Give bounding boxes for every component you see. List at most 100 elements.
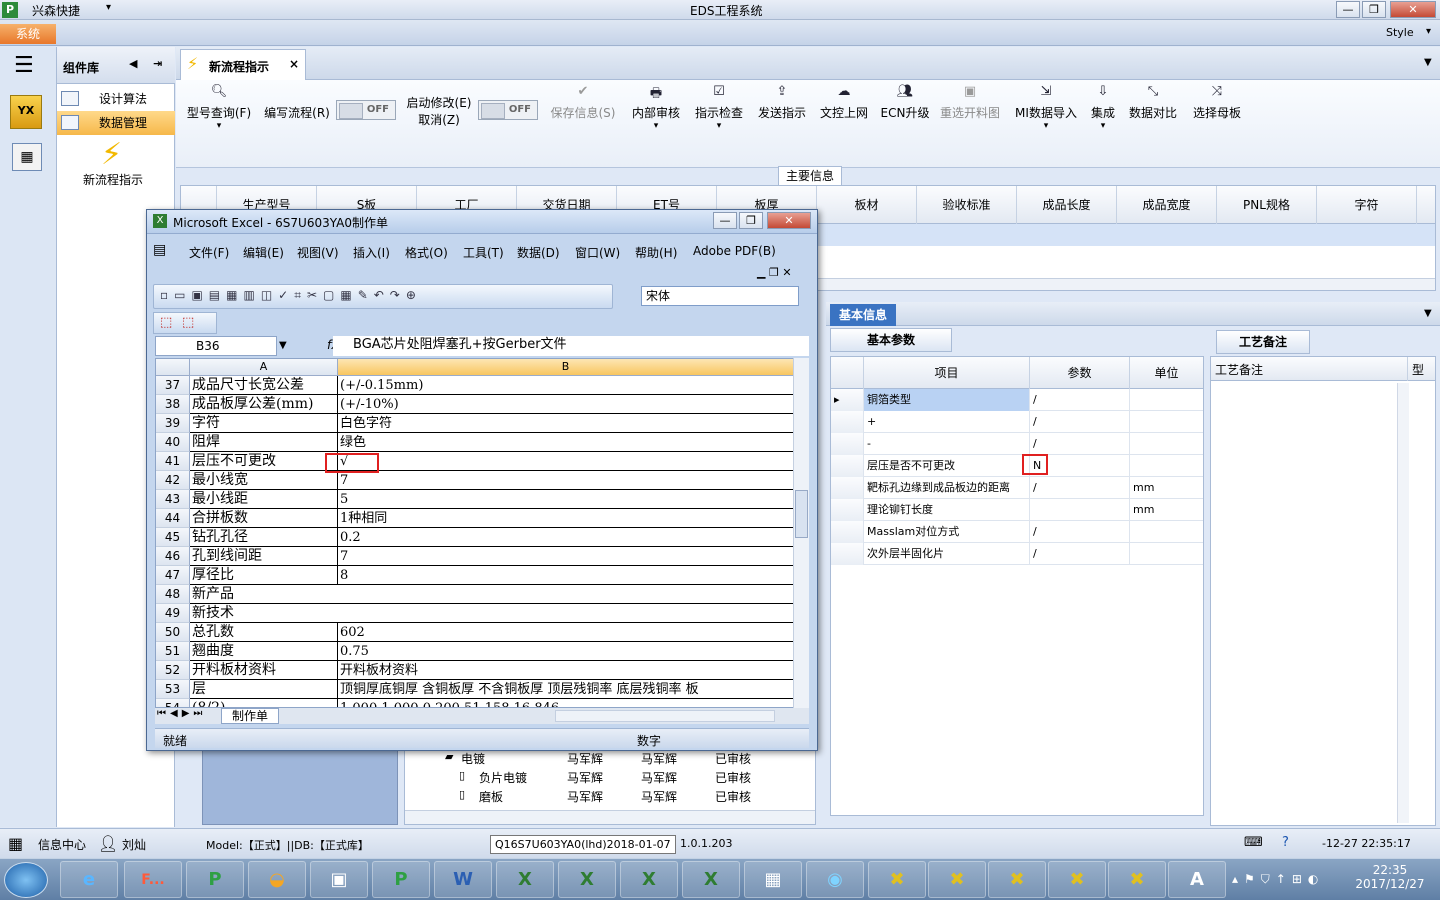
excel-minimize-button[interactable]: — (713, 212, 737, 229)
component-item-data-management[interactable]: 数据管理 (57, 111, 175, 135)
calculator-module-icon[interactable]: ▦ (12, 143, 42, 171)
cell-a[interactable]: 孔到线间距 (190, 547, 338, 566)
clock[interactable]: 22:35 2017/12/27 (1350, 863, 1430, 891)
row-indicator[interactable] (831, 477, 864, 499)
excel-taskbar-icon-2[interactable]: X (558, 861, 616, 898)
style-menu[interactable]: Style (1386, 26, 1414, 39)
cell-a[interactable]: 层 (190, 680, 338, 699)
param-value[interactable]: / (1030, 521, 1130, 543)
row-indicator[interactable] (831, 411, 864, 433)
row-number[interactable]: 38 (156, 395, 190, 414)
basic-info-tab[interactable]: 基本信息 (830, 304, 896, 326)
system-tray-icons[interactable]: ▴⚑⛉↑⊞◐ (1232, 872, 1324, 887)
shell-taskbar-icon[interactable]: ◒ (248, 861, 306, 898)
cell-a[interactable]: 最小线宽 (190, 471, 338, 490)
workbook-window-controls[interactable]: ▁ ❐ ✕ (757, 266, 792, 279)
cell-a[interactable]: 层压不可更改 (190, 452, 338, 471)
row-number[interactable]: 45 (156, 528, 190, 547)
sheet-nav-arrows[interactable]: ⏮◀▶⏭ (157, 708, 206, 719)
select-mother-board-button[interactable]: ⤨ 选择母板 (1190, 80, 1244, 130)
column-header[interactable]: 成品长度 (1017, 186, 1117, 224)
column-header[interactable]: 字符 (1317, 186, 1417, 224)
row-indicator[interactable] (831, 455, 864, 477)
row-number[interactable]: 44 (156, 509, 190, 528)
internal-review-button[interactable]: 🖶 内部审核 ▾ (630, 80, 682, 131)
menu-edit[interactable]: 编辑(E) (243, 244, 284, 261)
tab-list-dropdown-icon[interactable]: ▼ (1424, 57, 1432, 68)
start-modify-button[interactable]: 启动修改(E) 取消(Z) (404, 80, 474, 130)
scrollbar-thumb[interactable] (795, 490, 808, 538)
minimize-button[interactable]: — (1336, 1, 1360, 18)
doc-taskbar-icon-3[interactable]: ✖ (988, 861, 1046, 898)
new-flow-label[interactable]: 新流程指示 (83, 171, 143, 188)
cell-b[interactable]: 5 (338, 490, 794, 509)
vertical-scrollbar[interactable] (1397, 383, 1409, 823)
doc-taskbar-icon-2[interactable]: ✖ (928, 861, 986, 898)
row-indicator[interactable] (831, 543, 864, 565)
upload-network-button[interactable]: ☁ 文控上网 (818, 80, 870, 130)
menu-file[interactable]: 文件(F) (189, 244, 229, 261)
cell-b[interactable]: 7 (338, 547, 794, 566)
model-query-button[interactable]: 🔍︎ 型号查询(F) ▾ (184, 80, 254, 131)
hamburger-menu-icon[interactable]: ☰ (14, 55, 34, 77)
row-indicator[interactable] (831, 499, 864, 521)
row-number[interactable]: 41 (156, 452, 190, 471)
cell-a[interactable]: 开料板材资料 (190, 661, 338, 680)
cell-b[interactable]: 8 (338, 566, 794, 585)
column-header-param[interactable]: 参数 (1030, 357, 1130, 389)
send-instruction-button[interactable]: ⇪ 发送指示 (756, 80, 808, 130)
panel-dropdown-icon[interactable]: ▼ (1424, 308, 1432, 319)
sheet-tab-production[interactable]: 制作单 (221, 708, 280, 724)
cell-a[interactable]: 成品板厚公差(mm) (190, 395, 338, 414)
cell-a[interactable]: 字符 (190, 414, 338, 433)
param-row[interactable]: 次外层半固化片 / (831, 543, 1203, 565)
column-header[interactable]: 验收标准 (917, 186, 1017, 224)
excel-taskbar-icon-4[interactable]: X (682, 861, 740, 898)
excel-taskbar-icon-3[interactable]: X (620, 861, 678, 898)
ie-taskbar-icon[interactable]: e (60, 861, 118, 898)
menu-data[interactable]: 数据(D) (517, 244, 560, 261)
cell-b[interactable]: √ (338, 452, 794, 471)
cell-a[interactable]: 合拼板数 (190, 509, 338, 528)
param-row[interactable]: + / (831, 411, 1203, 433)
cell-a[interactable]: 厚径比 (190, 566, 338, 585)
row-number[interactable]: 52 (156, 661, 190, 680)
write-flow-toggle[interactable]: OFF (336, 100, 396, 120)
save-info-button[interactable]: ✔ 保存信息(S) (550, 80, 616, 130)
param-value[interactable]: / (1030, 433, 1130, 455)
app-taskbar-button[interactable]: F... (124, 861, 182, 898)
cell-b[interactable]: 1种相同 (338, 509, 794, 528)
name-box[interactable]: B36 (155, 336, 277, 356)
column-header[interactable]: PNL规格 (1217, 186, 1317, 224)
row-number[interactable]: 42 (156, 471, 190, 490)
param-row[interactable]: Masslam对位方式 / (831, 521, 1203, 543)
floppy-taskbar-icon[interactable]: ▣ (310, 861, 368, 898)
cell-a[interactable]: 新产品 (190, 585, 794, 604)
formula-bar[interactable]: BGA芯片处阻焊塞孔+按Gerber文件 (333, 336, 809, 356)
tree-row[interactable]: ▯ 负片电镀 马军辉 马军辉 已审核 (405, 767, 815, 786)
column-header-b[interactable]: B (338, 359, 794, 376)
menu-view[interactable]: 视图(V) (297, 244, 339, 261)
row-number[interactable]: 46 (156, 547, 190, 566)
param-row[interactable]: ▸ 铜箔类型 / (831, 389, 1203, 411)
param-value[interactable]: / (1030, 477, 1130, 499)
param-value[interactable]: / (1030, 411, 1130, 433)
keyboard-icon[interactable]: ⌨ (1244, 835, 1263, 850)
tree-row[interactable]: ▯ 磨板 马军辉 马军辉 已审核 (405, 786, 815, 805)
row-indicator[interactable] (831, 433, 864, 455)
calculator-taskbar-icon[interactable]: ▦ (744, 861, 802, 898)
row-number[interactable]: 50 (156, 623, 190, 642)
param-value[interactable] (1030, 499, 1130, 521)
doc-taskbar-icon[interactable]: ✖ (868, 861, 926, 898)
cell-a[interactable]: (8/2) (190, 699, 338, 707)
system-tab[interactable]: 系统 (0, 24, 56, 44)
doc-taskbar-icon-5[interactable]: ✖ (1108, 861, 1166, 898)
font-name-select[interactable]: 宋体 (641, 286, 799, 306)
cell-a[interactable]: 翘曲度 (190, 642, 338, 661)
maximize-button[interactable]: ❐ (1362, 1, 1386, 18)
quick-access-dropdown-icon[interactable]: ▾ (106, 2, 111, 13)
column-header-item[interactable]: 项目 (864, 357, 1030, 389)
menu-tools[interactable]: 工具(T) (463, 244, 504, 261)
row-number[interactable]: 37 (156, 376, 190, 395)
mi-import-button[interactable]: ⇲ MI数据导入 ▾ (1014, 80, 1078, 131)
